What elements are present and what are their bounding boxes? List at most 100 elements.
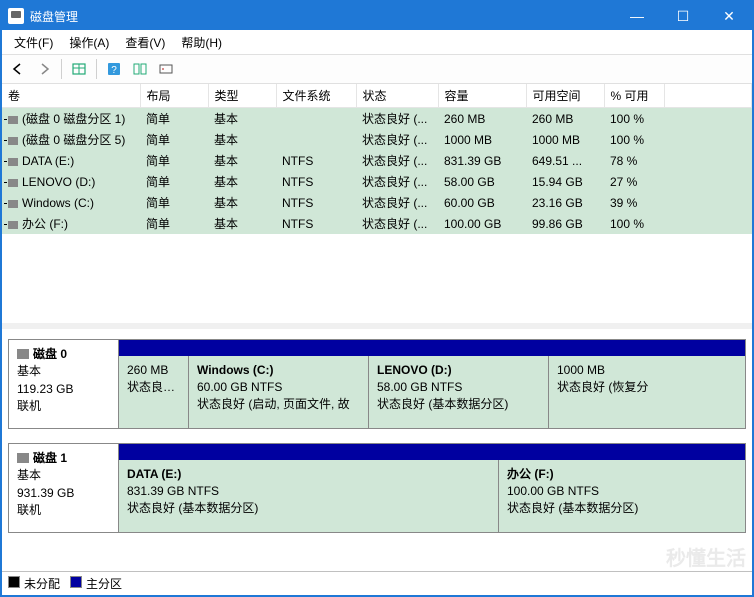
disk-info[interactable]: 磁盘 1基本931.39 GB联机 [9, 444, 119, 532]
col-layout[interactable]: 布局 [140, 84, 208, 108]
vol-status: 状态良好 (... [356, 213, 438, 234]
legend-primary: 主分区 [86, 577, 122, 591]
vol-fs: NTFS [276, 150, 356, 171]
partition-size: 60.00 GB NTFS [197, 379, 360, 396]
partition-status: 状态良好 (基本数据分区) [507, 500, 737, 517]
back-button[interactable] [6, 57, 30, 81]
titlebar: 磁盘管理 — ☐ ✕ [2, 2, 752, 30]
minimize-button[interactable]: — [614, 2, 660, 30]
col-volume[interactable]: 卷 [2, 84, 140, 108]
table-row[interactable]: (磁盘 0 磁盘分区 5)简单基本状态良好 (...1000 MB1000 MB… [2, 129, 752, 150]
partition[interactable]: DATA (E:)831.39 GB NTFS状态良好 (基本数据分区) [119, 460, 499, 532]
primary-strip [119, 340, 745, 356]
volume-table[interactable]: 卷 布局 类型 文件系统 状态 容量 可用空间 % 可用 (磁盘 0 磁盘分区 … [2, 84, 752, 234]
forward-button[interactable] [32, 57, 56, 81]
legend-unallocated: 未分配 [24, 577, 60, 591]
vol-type: 基本 [208, 171, 276, 192]
help-icon-button[interactable]: ? [102, 57, 126, 81]
volume-table-header[interactable]: 卷 布局 类型 文件系统 状态 容量 可用空间 % 可用 [2, 84, 752, 108]
table-row[interactable]: LENOVO (D:)简单基本NTFS状态良好 (...58.00 GB15.9… [2, 171, 752, 192]
menu-action[interactable]: 操作(A) [61, 30, 117, 55]
disk-info[interactable]: 磁盘 0基本119.23 GB联机 [9, 340, 119, 428]
table-row[interactable]: (磁盘 0 磁盘分区 1)简单基本状态良好 (...260 MB260 MB10… [2, 108, 752, 130]
col-fs[interactable]: 文件系统 [276, 84, 356, 108]
legend-swatch-primary [70, 576, 82, 588]
col-pct[interactable]: % 可用 [604, 84, 664, 108]
window-title: 磁盘管理 [30, 8, 78, 25]
menu-file[interactable]: 文件(F) [6, 30, 61, 55]
vol-fs [276, 108, 356, 130]
col-type[interactable]: 类型 [208, 84, 276, 108]
vol-name: LENOVO (D:) [22, 175, 95, 189]
partition-status: 状态良好 (基本数据分区) [127, 500, 490, 517]
vol-free: 1000 MB [526, 129, 604, 150]
partition-status: 状态良好 (启动, 页面文件, 故 [197, 396, 360, 413]
vol-type: 基本 [208, 108, 276, 130]
disk-name: 磁盘 0 [33, 347, 67, 361]
maximize-button[interactable]: ☐ [660, 2, 706, 30]
app-icon [8, 8, 24, 24]
menu-help[interactable]: 帮助(H) [173, 30, 230, 55]
partition-status: 状态良好 (基本数据分区) [377, 396, 540, 413]
disk-graphic-pane: 磁盘 0基本119.23 GB联机260 MB状态良好 (EFWindows (… [2, 329, 752, 571]
partition-title: DATA (E:) [127, 466, 490, 483]
toolbar-properties-button[interactable] [154, 57, 178, 81]
toolbar: ? [2, 54, 752, 84]
partition-size: 260 MB [127, 362, 180, 379]
vol-pct: 39 % [604, 192, 664, 213]
col-capacity[interactable]: 容量 [438, 84, 526, 108]
menu-bar: 文件(F) 操作(A) 查看(V) 帮助(H) [2, 30, 752, 54]
partition-status: 状态良好 (EF [127, 379, 180, 396]
col-status[interactable]: 状态 [356, 84, 438, 108]
vol-capacity: 100.00 GB [438, 213, 526, 234]
disk-icon [17, 349, 29, 359]
svg-text:?: ? [111, 65, 117, 76]
vol-fs: NTFS [276, 213, 356, 234]
volume-icon [8, 158, 18, 166]
vol-fs: NTFS [276, 171, 356, 192]
vol-type: 基本 [208, 129, 276, 150]
toolbar-table-button[interactable] [67, 57, 91, 81]
menu-view[interactable]: 查看(V) [117, 30, 173, 55]
vol-fs: NTFS [276, 192, 356, 213]
volume-icon [8, 137, 18, 145]
vol-free: 260 MB [526, 108, 604, 130]
disk-size: 119.23 GB [17, 381, 110, 398]
vol-name: 办公 (F:) [22, 217, 68, 231]
vol-free: 99.86 GB [526, 213, 604, 234]
vol-layout: 简单 [140, 213, 208, 234]
vol-name: Windows (C:) [22, 196, 94, 210]
vol-type: 基本 [208, 213, 276, 234]
primary-strip [119, 444, 745, 460]
vol-capacity: 58.00 GB [438, 171, 526, 192]
partition[interactable]: LENOVO (D:)58.00 GB NTFS状态良好 (基本数据分区) [369, 356, 549, 428]
partition[interactable]: Windows (C:)60.00 GB NTFS状态良好 (启动, 页面文件,… [189, 356, 369, 428]
partition[interactable]: 办公 (F:)100.00 GB NTFS状态良好 (基本数据分区) [499, 460, 745, 532]
disk-size: 931.39 GB [17, 485, 110, 502]
partition-size: 831.39 GB NTFS [127, 483, 490, 500]
table-row[interactable]: Windows (C:)简单基本NTFS状态良好 (...60.00 GB23.… [2, 192, 752, 213]
disk-type: 基本 [17, 467, 110, 484]
table-row[interactable]: 办公 (F:) 简单基本NTFS状态良好 (...100.00 GB99.86 G… [2, 213, 752, 234]
partition-size: 58.00 GB NTFS [377, 379, 540, 396]
vol-layout: 简单 [140, 108, 208, 130]
partition-title: LENOVO (D:) [377, 362, 540, 379]
volume-icon [8, 221, 18, 229]
partition[interactable]: 1000 MB状态良好 (恢复分 [549, 356, 745, 428]
vol-capacity: 60.00 GB [438, 192, 526, 213]
vol-pct: 27 % [604, 171, 664, 192]
disk-type: 基本 [17, 363, 110, 380]
disk-name: 磁盘 1 [33, 451, 67, 465]
volume-icon [8, 116, 18, 124]
col-free[interactable]: 可用空间 [526, 84, 604, 108]
vol-capacity: 260 MB [438, 108, 526, 130]
close-button[interactable]: ✕ [706, 2, 752, 30]
vol-pct: 100 % [604, 108, 664, 130]
vol-pct: 100 % [604, 129, 664, 150]
partition[interactable]: 260 MB状态良好 (EF [119, 356, 189, 428]
partition-title: 办公 (F:) [507, 466, 737, 483]
legend-bar: 未分配 主分区 [2, 571, 752, 595]
toolbar-layout-button[interactable] [128, 57, 152, 81]
table-row[interactable]: DATA (E:)简单基本NTFS状态良好 (...831.39 GB649.5… [2, 150, 752, 171]
vol-free: 649.51 ... [526, 150, 604, 171]
